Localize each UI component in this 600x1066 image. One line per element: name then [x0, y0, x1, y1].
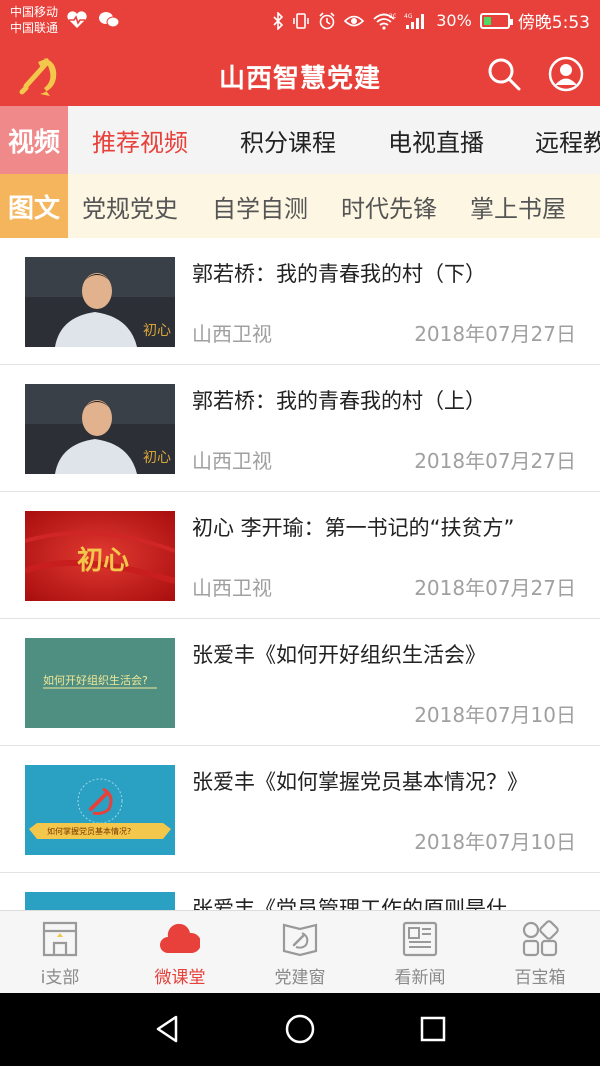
nav-label: i支部 — [40, 968, 80, 988]
party-flag-icon — [282, 923, 318, 957]
tab-party-rules-history[interactable]: 党规党史 — [82, 174, 178, 238]
nav-item-news[interactable]: 看新闻 — [360, 911, 480, 994]
back-triangle-icon[interactable] — [150, 1011, 186, 1047]
thumb-caption: 初心 — [77, 546, 129, 576]
battery-fill — [483, 16, 491, 25]
nav-item-branch[interactable]: i支部 — [0, 911, 120, 994]
grid-icon — [522, 920, 559, 957]
tab-tv-live[interactable]: 电视直播 — [388, 106, 484, 174]
item-source: 山西卫视 — [192, 576, 272, 600]
list-item[interactable]: 如何掌握党员基本情况? 张爱丰《如何掌握党员基本情况？》 2018年07月10日 — [0, 746, 600, 873]
text-row-label: 图文 — [0, 174, 68, 238]
alarm-icon — [319, 11, 335, 29]
video-list: 初心 郭若桥：我的青春我的村（下） 山西卫视 2018年07月27日 初心 郭若… — [0, 238, 600, 910]
nav-label: 微课堂 — [154, 968, 206, 988]
list-item[interactable]: 初心 郭若桥：我的青春我的村（下） 山西卫视 2018年07月27日 — [0, 238, 600, 365]
video-category-row: 视频 推荐视频 积分课程 电视直播 远程教 — [0, 106, 600, 174]
status-bar: 中国移动 中国联通 2G 4G 30% 傍晚5:53 — [0, 0, 600, 42]
home-circle-icon[interactable] — [282, 1011, 318, 1047]
item-title: 初心 李开瑜：第一书记的“扶贫方” — [192, 516, 515, 540]
item-title: 张爱丰《如何掌握党员基本情况？》 — [192, 770, 528, 794]
item-date: 2018年07月27日 — [414, 576, 576, 600]
item-title: 郭若桥：我的青春我的村（上） — [192, 389, 486, 413]
item-date: 2018年07月10日 — [414, 703, 576, 727]
bluetooth-icon — [273, 11, 284, 30]
network-1-label: 2G — [389, 13, 396, 20]
nav-item-micro-class[interactable]: 微课堂 — [120, 911, 240, 994]
vibrate-icon — [293, 12, 310, 29]
signal-icon: 4G — [404, 13, 425, 29]
user-icon[interactable] — [548, 56, 584, 92]
video-thumbnail: 初心 — [25, 511, 175, 601]
eye-icon — [344, 15, 365, 26]
wifi-icon: 2G — [373, 13, 396, 30]
clock: 傍晚5:53 — [517, 13, 590, 33]
tab-remote-education[interactable]: 远程教 — [535, 106, 600, 174]
search-icon[interactable] — [486, 56, 522, 92]
nav-item-party-window[interactable]: 党建窗 — [240, 911, 360, 994]
video-row-label: 视频 — [0, 106, 68, 174]
video-thumbnail — [25, 892, 175, 910]
tab-self-study-test[interactable]: 自学自测 — [212, 174, 308, 238]
thumb-caption: 如何开好组织生活会? — [43, 673, 148, 687]
list-item[interactable]: 张爱丰《党员管理工作的原则是什 — [0, 873, 600, 910]
carrier-info: 中国移动 中国联通 — [10, 4, 58, 36]
video-thumbnail: 初心 — [25, 257, 175, 347]
tab-era-pioneers[interactable]: 时代先锋 — [341, 174, 437, 238]
item-date: 2018年07月27日 — [414, 449, 576, 473]
tab-points-course[interactable]: 积分课程 — [240, 106, 336, 174]
thumb-caption: 初心 — [143, 449, 171, 466]
bottom-nav: i支部 微课堂 党建窗 看新闻 百宝箱 — [0, 910, 600, 993]
item-title: 张爱丰《如何开好组织生活会》 — [192, 643, 486, 667]
battery-icon — [479, 12, 513, 29]
nav-label: 党建窗 — [274, 968, 326, 988]
heart-monitor-icon — [67, 11, 87, 28]
tab-recommended-video[interactable]: 推荐视频 — [92, 106, 188, 174]
newspaper-icon — [402, 921, 438, 957]
tab-pocket-library[interactable]: 掌上书屋 — [470, 174, 566, 238]
video-thumbnail: 如何掌握党员基本情况? — [25, 765, 175, 855]
carrier-1: 中国移动 — [10, 5, 59, 19]
text-category-row: 图文 党规党史 自学自测 时代先锋 掌上书屋 — [0, 174, 600, 238]
app-header: 山西智慧党建 — [0, 42, 600, 106]
carrier-2: 中国联通 — [10, 21, 59, 35]
list-item[interactable]: 如何开好组织生活会? 张爱丰《如何开好组织生活会》 2018年07月10日 — [0, 619, 600, 746]
system-nav-bar — [0, 993, 600, 1066]
list-item[interactable]: 初心 初心 李开瑜：第一书记的“扶贫方” 山西卫视 2018年07月27日 — [0, 492, 600, 619]
nav-label: 看新闻 — [394, 968, 446, 988]
thumb-caption: 初心 — [143, 322, 171, 339]
nav-label: 百宝箱 — [514, 968, 566, 988]
wechat-icon — [98, 12, 120, 28]
item-date: 2018年07月27日 — [414, 322, 576, 346]
recents-square-icon[interactable] — [415, 1011, 451, 1047]
item-date: 2018年07月10日 — [414, 830, 576, 854]
status-icons: 2G 4G 30% 傍晚5:53 — [272, 8, 590, 33]
item-title: 郭若桥：我的青春我的村（下） — [192, 262, 486, 286]
list-item[interactable]: 初心 郭若桥：我的青春我的村（上） 山西卫视 2018年07月27日 — [0, 365, 600, 492]
video-thumbnail: 如何开好组织生活会? — [25, 638, 175, 728]
store-icon — [42, 921, 78, 957]
video-thumbnail: 初心 — [25, 384, 175, 474]
network-2-label: 4G — [404, 13, 413, 20]
cloud-icon — [160, 923, 200, 953]
item-title: 张爱丰《党员管理工作的原则是什 — [192, 897, 507, 910]
nav-item-toolbox[interactable]: 百宝箱 — [480, 911, 600, 994]
item-source: 山西卫视 — [192, 449, 272, 473]
thumb-caption: 如何掌握党员基本情况? — [47, 826, 131, 836]
battery-percent: 30% — [436, 11, 472, 30]
notification-icons — [66, 9, 120, 30]
item-source: 山西卫视 — [192, 322, 272, 346]
